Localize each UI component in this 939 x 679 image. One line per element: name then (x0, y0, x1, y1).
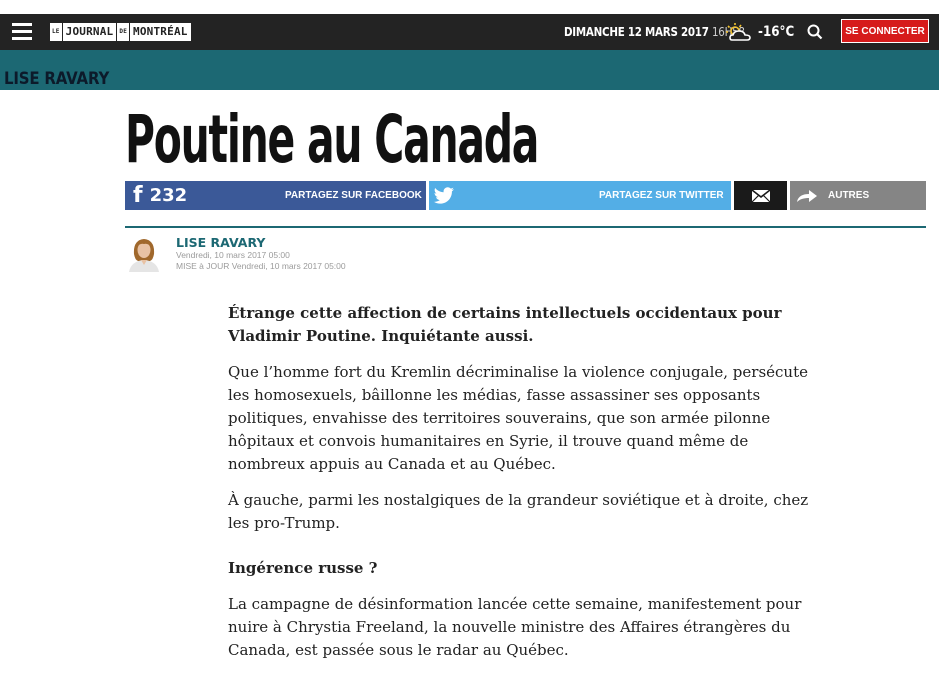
header-date: DIMANCHE 12 MARS 2017 16H58 (564, 25, 745, 39)
login-button[interactable]: SE CONNECTER (841, 19, 929, 43)
hamburger-menu-icon[interactable] (12, 23, 32, 41)
facebook-share-count: 232 (149, 185, 188, 206)
logo-le: LE (50, 23, 62, 41)
author-divider (125, 226, 926, 228)
article-lead: Étrange cette affection de certains inte… (228, 304, 782, 345)
share-arrow-icon (797, 189, 817, 202)
site-logo[interactable]: LE JOURNAL DE MONTRÉAL (50, 23, 191, 41)
partly-cloudy-icon (726, 23, 751, 41)
logo-de: DE (117, 23, 130, 41)
twitter-icon (433, 186, 454, 204)
search-icon[interactable] (806, 23, 824, 41)
author-avatar (125, 234, 163, 272)
article-subheading: Ingérence russe ? (228, 559, 378, 577)
article-title: Poutine au Canada (125, 101, 539, 178)
other-share-label: AUTRES (828, 190, 870, 201)
date-text: DIMANCHE 12 MARS 2017 (564, 25, 709, 39)
update-date: MISE à JOUR Vendredi, 10 mars 2017 05:00 (176, 261, 346, 271)
temperature: -16°C (758, 24, 795, 40)
author-banner-name[interactable]: LISE RAVARY (4, 69, 109, 89)
article-paragraph-3: La campagne de désinformation lancée cet… (228, 595, 802, 659)
envelope-icon (751, 188, 770, 202)
logo-montreal: MONTRÉAL (130, 23, 191, 41)
share-email-button[interactable] (734, 181, 787, 210)
author-banner: LISE RAVARY (0, 50, 939, 90)
article-paragraph-2: À gauche, parmi les nostalgiques de la g… (228, 491, 809, 532)
logo-journal: JOURNAL (62, 23, 117, 41)
twitter-share-label: PARTAGEZ SUR TWITTER (599, 190, 724, 201)
top-navigation-bar: LE JOURNAL DE MONTRÉAL DIMANCHE 12 MARS … (0, 14, 939, 50)
publish-date: Vendredi, 10 mars 2017 05:00 (176, 250, 290, 260)
share-other-button[interactable]: AUTRES (790, 181, 926, 210)
article-paragraph-1: Que l’homme fort du Kremlin décriminalis… (228, 363, 808, 473)
share-facebook-button[interactable]: f 232 PARTAGEZ SUR FACEBOOK (125, 181, 426, 210)
author-name-link[interactable]: LISE RAVARY (176, 235, 265, 250)
share-twitter-button[interactable]: PARTAGEZ SUR TWITTER (429, 181, 731, 210)
article-body: Étrange cette affection de certains inte… (228, 302, 828, 675)
facebook-icon: f (133, 183, 143, 208)
facebook-share-label: PARTAGEZ SUR FACEBOOK (285, 190, 422, 201)
